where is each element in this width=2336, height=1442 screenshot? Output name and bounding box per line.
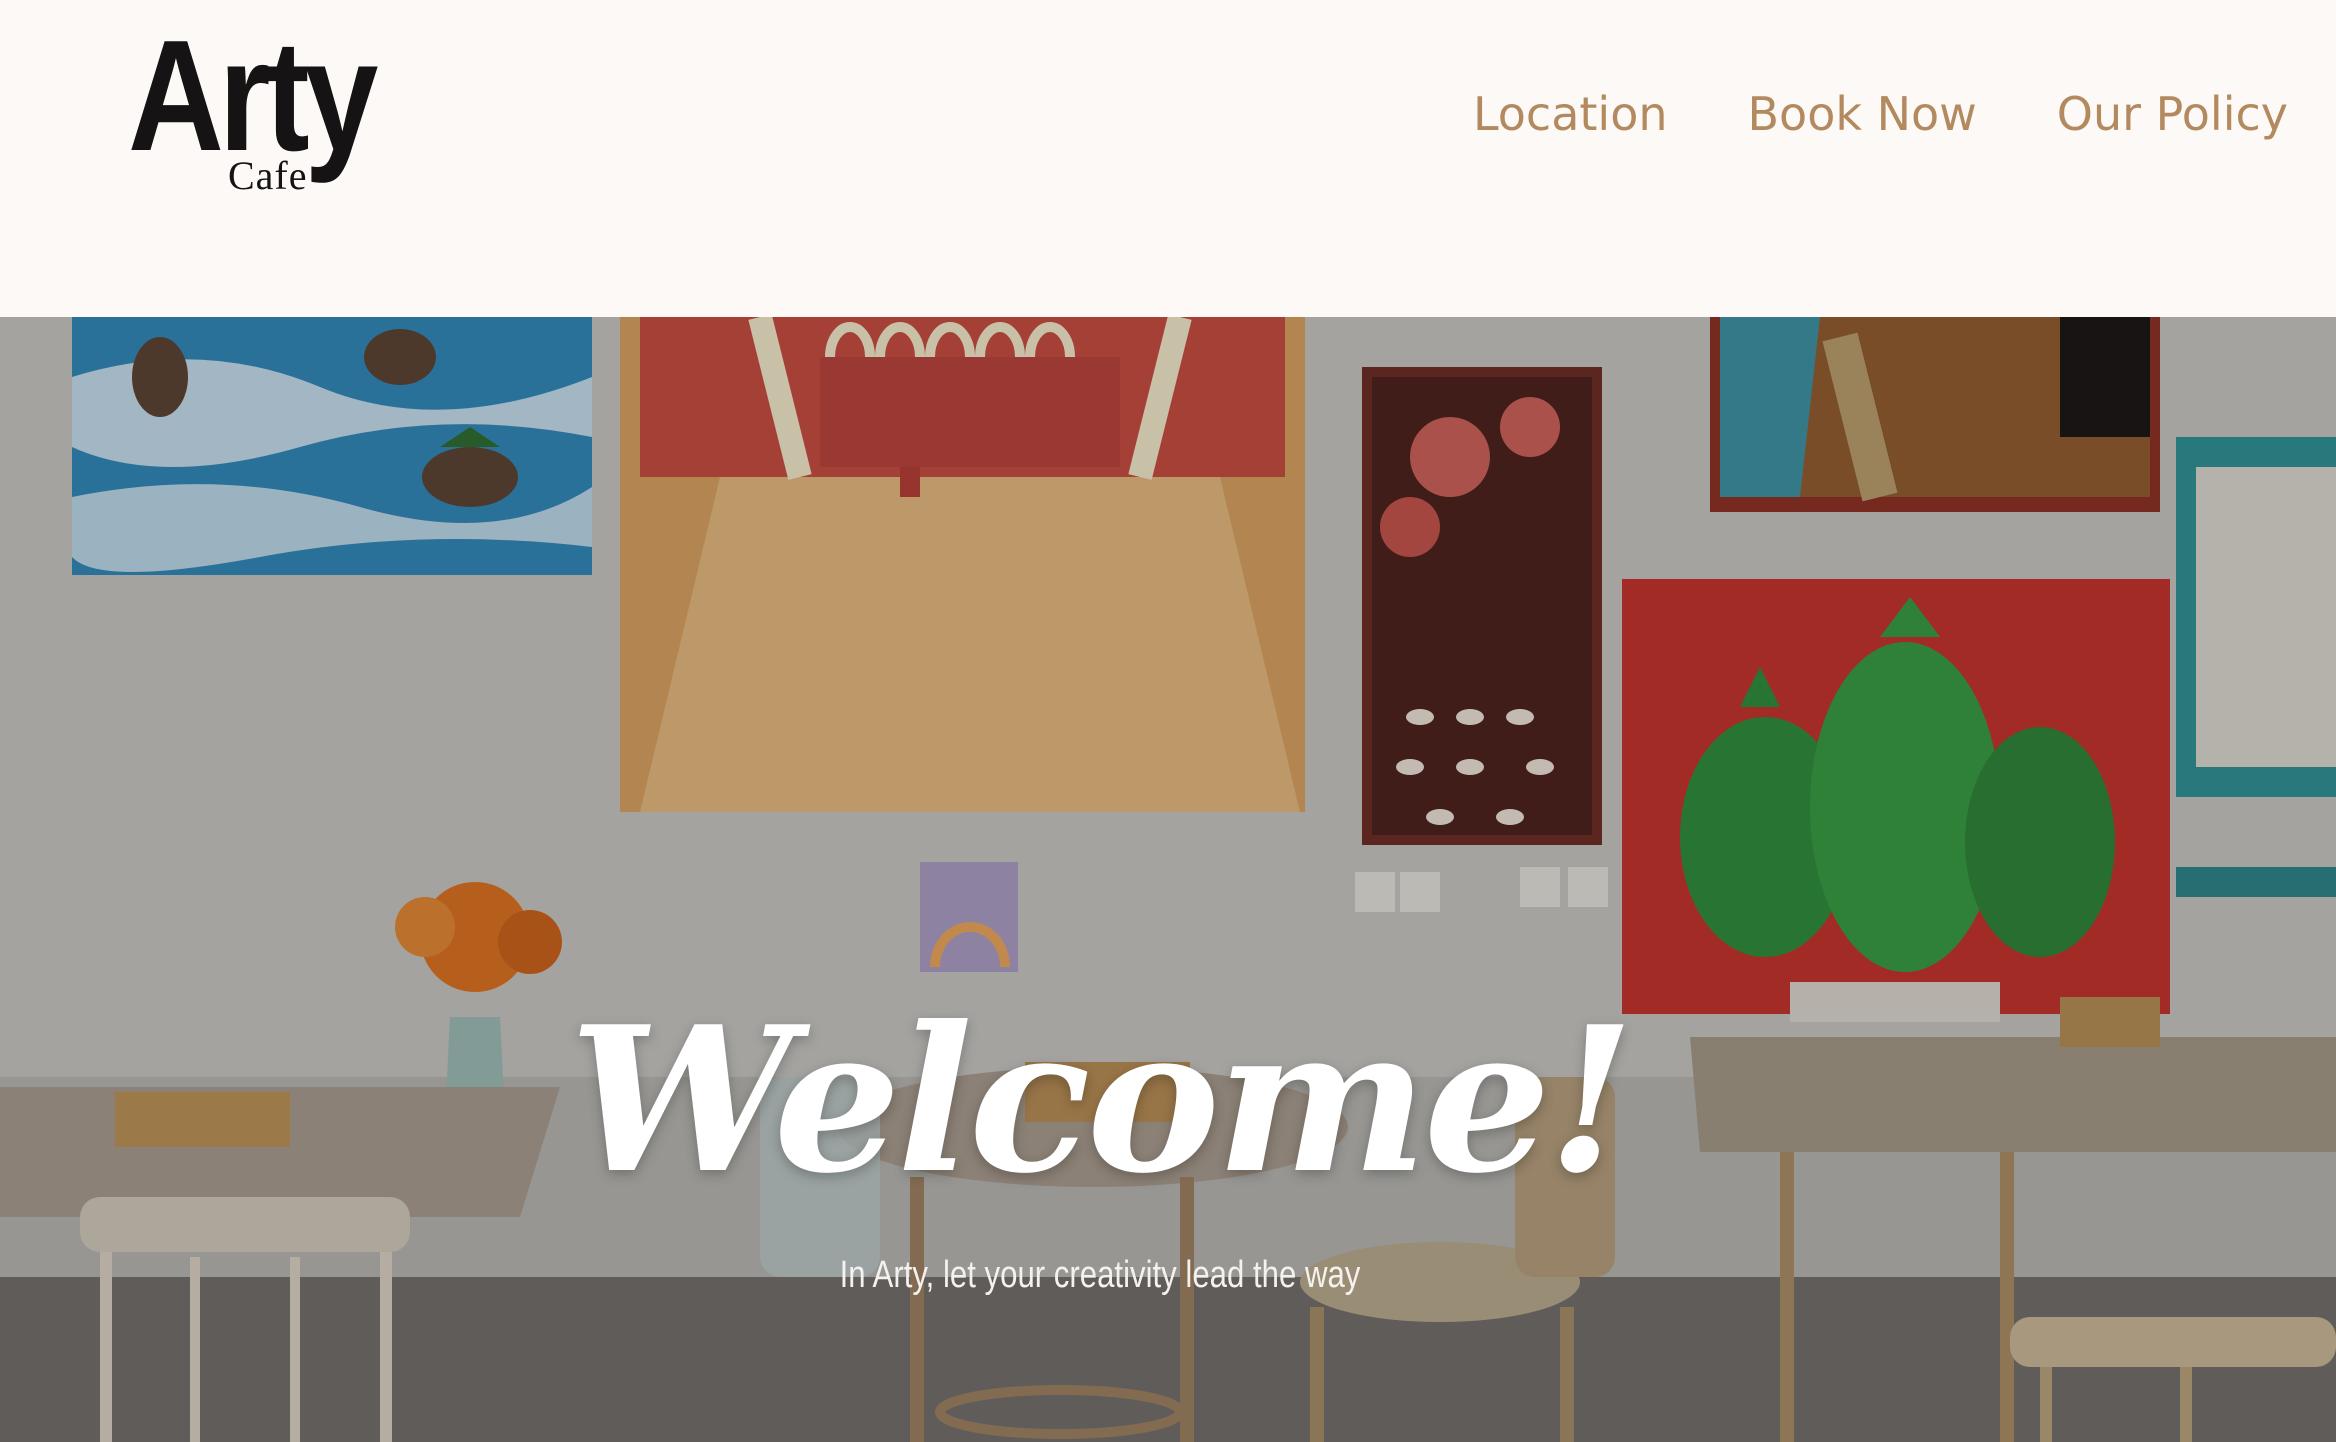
site-header: Arty Cafe Location Book Now Our Policy	[0, 0, 2336, 317]
hero-subtitle: In Arty, let your creativity lead the wa…	[839, 1254, 1361, 1296]
hero-title: Welcome!	[569, 983, 1634, 1218]
nav-link-location[interactable]: Location	[1473, 82, 1668, 146]
logo-main-text: Arty	[128, 8, 378, 184]
hero-section: Welcome! In Arty, let your creativity le…	[0, 317, 2336, 1442]
arty-cafe-logo[interactable]: Arty Cafe	[128, 8, 418, 201]
main-nav: Location Book Now Our Policy	[1473, 82, 2288, 146]
nav-link-our-policy[interactable]: Our Policy	[2057, 82, 2288, 146]
nav-link-book-now[interactable]: Book Now	[1748, 82, 1977, 146]
logo-sub-text: Cafe	[228, 153, 308, 198]
